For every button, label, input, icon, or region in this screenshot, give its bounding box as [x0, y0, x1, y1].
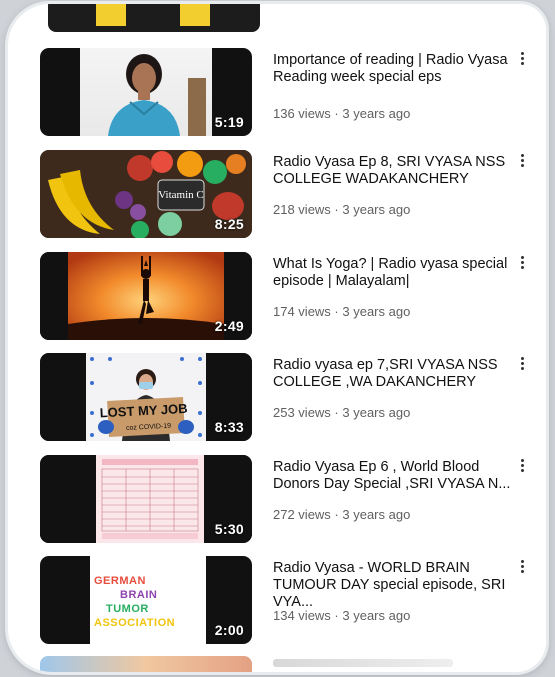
video-item[interactable]: 5:30 Radio Vyasa Ep 6 , World Blood Dono…	[40, 455, 540, 547]
more-options-icon[interactable]	[515, 457, 529, 477]
video-item[interactable]: 5:19 Importance of reading | Radio Vyasa…	[40, 48, 540, 140]
thumb-label: Vitamin C	[158, 189, 203, 201]
thumb-text-block: GERMAN BRAIN TUMOR ASSOCIATION	[94, 575, 176, 629]
more-options-icon[interactable]	[515, 355, 529, 375]
more-options-icon[interactable]	[515, 558, 529, 578]
video-item[interactable]: 2:49 What Is Yoga? | Radio vyasa special…	[40, 252, 540, 344]
video-thumbnail[interactable]: 2:49	[40, 252, 252, 340]
video-item[interactable]: GERMAN BRAIN TUMOR ASSOCIATION 2:00 Radi…	[40, 556, 540, 648]
video-meta: 136 views · 3 years ago	[273, 106, 411, 121]
video-title[interactable]: Radio Vyasa - WORLD BRAIN TUMOUR DAY spe…	[273, 560, 511, 611]
video-title[interactable]: Importance of reading | Radio Vyasa Read…	[273, 52, 511, 86]
video-meta: 272 views · 3 years ago	[273, 507, 411, 522]
upload-age: 3 years ago	[342, 507, 411, 522]
upload-age: 3 years ago	[342, 304, 411, 319]
view-count: 272 views	[273, 507, 331, 522]
video-duration: 2:00	[214, 622, 244, 638]
more-options-icon[interactable]	[515, 254, 529, 274]
video-meta: 218 views · 3 years ago	[273, 202, 411, 217]
video-title[interactable]: Radio vyasa ep 7,SRI VYASA NSS COLLEGE ,…	[273, 357, 511, 391]
video-title[interactable]: Radio Vyasa Ep 8, SRI VYASA NSS COLLEGE …	[273, 154, 511, 188]
video-duration: 5:19	[214, 114, 244, 130]
upload-age: 3 years ago	[342, 106, 411, 121]
more-options-icon[interactable]	[515, 152, 529, 172]
video-thumbnail[interactable]: Vitamin C 8:25	[40, 150, 252, 238]
more-options-icon[interactable]	[515, 50, 529, 70]
view-count: 218 views	[273, 202, 331, 217]
video-thumbnail[interactable]: 5:19	[40, 48, 252, 136]
video-duration: 8:33	[214, 419, 244, 435]
video-meta: 134 views · 3 years ago	[273, 608, 411, 623]
video-thumbnail[interactable]: 5:30	[40, 455, 252, 543]
video-thumbnail[interactable]: LOST MY JOB coz COVID-19 8:33	[40, 353, 252, 441]
video-item[interactable]: LOST MY JOB coz COVID-19 8:33 Radio vyas…	[40, 353, 540, 445]
view-count: 174 views	[273, 304, 331, 319]
video-duration: 5:30	[214, 521, 244, 537]
upload-age: 3 years ago	[342, 608, 411, 623]
video-title[interactable]: What Is Yoga? | Radio vyasa special epis…	[273, 256, 511, 290]
partial-title-bottom	[273, 659, 453, 667]
upload-age: 3 years ago	[342, 405, 411, 420]
partial-thumbnail-bottom[interactable]	[40, 656, 252, 672]
view-count: 134 views	[273, 608, 331, 623]
video-list-screen: 5:19 Importance of reading | Radio Vyasa…	[8, 4, 546, 672]
video-duration: 8:25	[214, 216, 244, 232]
view-count: 253 views	[273, 405, 331, 420]
person-image	[108, 54, 206, 136]
video-meta: 174 views · 3 years ago	[273, 304, 411, 319]
video-thumbnail[interactable]: GERMAN BRAIN TUMOR ASSOCIATION 2:00	[40, 556, 252, 644]
video-duration: 2:49	[214, 318, 244, 334]
upload-age: 3 years ago	[342, 202, 411, 217]
video-title[interactable]: Radio Vyasa Ep 6 , World Blood Donors Da…	[273, 459, 511, 493]
video-meta: 253 views · 3 years ago	[273, 405, 411, 420]
view-count: 136 views	[273, 106, 331, 121]
video-item[interactable]: Vitamin C 8:25 Radio Vyasa Ep 8, SRI VYA…	[40, 150, 540, 242]
partial-thumbnail-top[interactable]	[48, 4, 260, 32]
